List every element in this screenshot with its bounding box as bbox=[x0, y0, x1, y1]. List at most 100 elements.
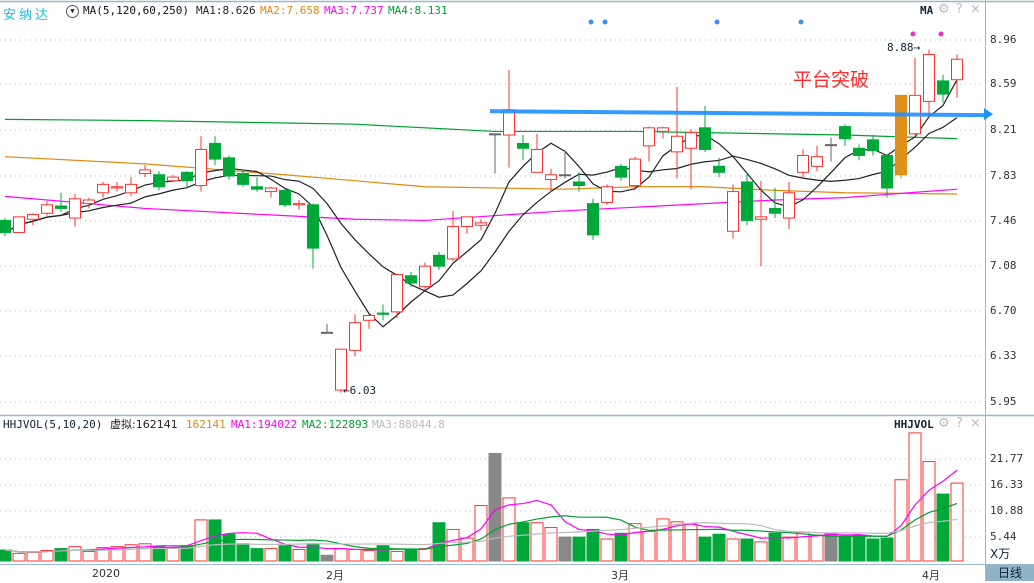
candle-body bbox=[741, 181, 753, 221]
candle-body bbox=[545, 174, 557, 181]
low-price-label: ←6.03 bbox=[343, 384, 377, 397]
signal-star-icon bbox=[798, 19, 804, 25]
volume-bar bbox=[572, 536, 586, 562]
volume-bar bbox=[250, 548, 264, 562]
help-icon[interactable]: ? bbox=[956, 2, 963, 17]
volume-indicator-name: HHJVOL bbox=[894, 418, 934, 431]
candle-body bbox=[321, 331, 333, 334]
volume-bar bbox=[880, 537, 894, 562]
volume-bar bbox=[950, 482, 964, 562]
candle-body bbox=[699, 127, 711, 150]
volume-bar bbox=[404, 549, 418, 562]
volume-bar bbox=[740, 538, 754, 562]
ma-params: MA(5,120,60,250) bbox=[83, 4, 189, 17]
candle-body bbox=[237, 173, 249, 185]
candle-body bbox=[83, 199, 95, 205]
candle-body bbox=[797, 154, 809, 173]
candle-body bbox=[727, 191, 739, 232]
candle-body bbox=[755, 216, 767, 220]
volume-ma3: MA3:88044.8 bbox=[372, 418, 445, 431]
volume-tick: 10.88 bbox=[990, 504, 1024, 517]
price-tick: 8.21 bbox=[990, 123, 1017, 136]
candle-body bbox=[195, 148, 207, 187]
volume-bar bbox=[278, 545, 292, 562]
volume-bar bbox=[558, 536, 572, 562]
volume-bar bbox=[628, 523, 642, 562]
candle-body bbox=[433, 254, 445, 267]
candle-body bbox=[139, 169, 151, 175]
candle-body bbox=[881, 154, 893, 189]
candle-body bbox=[923, 53, 935, 102]
volume-help-icon[interactable]: ? bbox=[956, 416, 963, 431]
candle-body bbox=[363, 314, 375, 321]
volume-gear-icon[interactable]: ⚙ bbox=[938, 416, 950, 431]
candle-body bbox=[125, 183, 137, 194]
volume-bar bbox=[348, 549, 362, 562]
volume-bar bbox=[222, 533, 236, 562]
candle-body bbox=[279, 189, 291, 206]
volume-bar bbox=[292, 549, 306, 562]
candle-body bbox=[951, 58, 963, 81]
volume-bar bbox=[614, 532, 628, 562]
volume-bar bbox=[306, 543, 320, 562]
ma4-value: MA4:8.131 bbox=[388, 4, 448, 17]
ma2-value: MA2:7.658 bbox=[260, 4, 320, 17]
signal-star-icon bbox=[910, 31, 916, 37]
candle-body bbox=[811, 156, 823, 167]
volume-bar bbox=[26, 551, 40, 562]
period-daily-button[interactable]: 日线 bbox=[986, 565, 1034, 581]
candle-body bbox=[657, 127, 669, 132]
volume-bar bbox=[82, 550, 96, 562]
price-tick: 7.08 bbox=[990, 259, 1017, 272]
volume-tick: 5.44 bbox=[990, 530, 1017, 543]
stock-name[interactable]: 安纳达 bbox=[3, 4, 51, 23]
volume-bar bbox=[908, 432, 922, 562]
volume-bar bbox=[936, 493, 950, 562]
signal-star-icon bbox=[588, 19, 594, 25]
breakout-annotation: 平台突破 bbox=[793, 69, 870, 91]
breakout-arrow-head bbox=[984, 108, 993, 121]
candle-body bbox=[573, 181, 585, 187]
candle-body bbox=[643, 127, 655, 147]
candle-body bbox=[97, 183, 109, 194]
volume-bar bbox=[488, 452, 502, 562]
signal-star-icon bbox=[602, 19, 608, 25]
volume-bar bbox=[320, 554, 334, 562]
candle-body bbox=[293, 203, 305, 206]
volume-virtual: 虚拟:162141 bbox=[110, 418, 178, 431]
x-tick: 2020 bbox=[92, 567, 120, 580]
volume-bar bbox=[362, 549, 376, 562]
candle-body bbox=[587, 203, 599, 236]
candle-body bbox=[405, 275, 417, 284]
price-tick: 6.70 bbox=[990, 304, 1017, 317]
candle-body bbox=[783, 192, 795, 219]
volume-bar bbox=[390, 550, 404, 562]
ma10-line bbox=[4, 117, 958, 298]
candle-body bbox=[167, 176, 179, 182]
candle-body bbox=[503, 109, 515, 136]
volume-bar bbox=[530, 522, 544, 562]
volume-unit: X万 bbox=[990, 547, 1011, 561]
candle-body bbox=[461, 216, 473, 227]
high-price-label: 8.88→ bbox=[887, 41, 921, 54]
candle-body bbox=[69, 198, 81, 219]
candle-body bbox=[391, 274, 403, 313]
volume-bar bbox=[502, 497, 516, 562]
volume-tick: 21.77 bbox=[990, 452, 1024, 465]
kline-chart[interactable] bbox=[0, 0, 1034, 581]
volume-bar bbox=[810, 534, 824, 562]
candle-body bbox=[895, 94, 907, 176]
indicator-dropdown-icon[interactable]: ▼ bbox=[66, 5, 79, 18]
candle-body bbox=[825, 144, 837, 147]
volume-bar bbox=[418, 548, 432, 562]
volume-bar bbox=[754, 541, 768, 562]
gear-icon[interactable]: ⚙ bbox=[938, 2, 950, 17]
volume-close-icon[interactable]: × bbox=[970, 416, 981, 431]
ma3-value: MA3:7.737 bbox=[324, 4, 384, 17]
volume-bar bbox=[642, 530, 656, 562]
candle-body bbox=[475, 222, 487, 226]
price-tick: 7.83 bbox=[990, 169, 1017, 182]
candle-body bbox=[853, 147, 865, 156]
candle-body bbox=[181, 171, 193, 182]
close-icon[interactable]: × bbox=[970, 2, 981, 17]
